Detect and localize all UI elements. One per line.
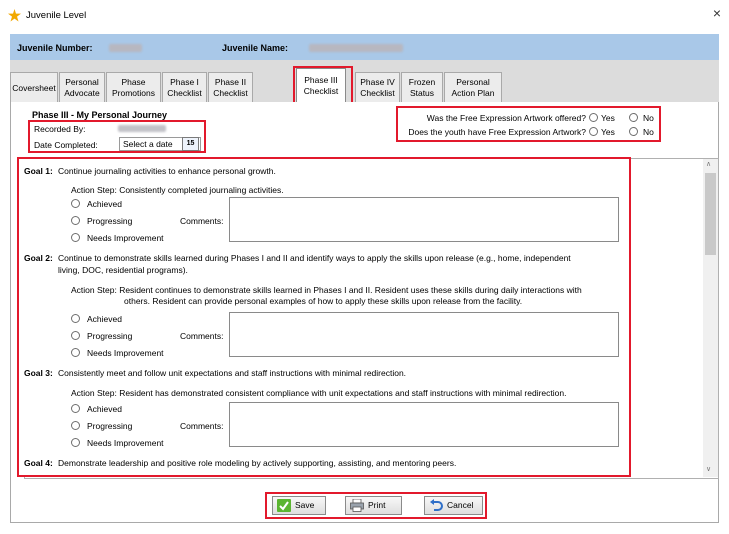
app-star-icon [8,9,21,22]
tab-phase-i-checklist[interactable]: Phase I Checklist [162,72,207,102]
artwork-has-yes-radio[interactable] [589,127,598,136]
artwork-has-no-label: No [643,127,654,137]
artwork-offered-no-radio[interactable] [629,113,638,122]
calendar-icon[interactable]: 15 [182,137,199,151]
goal-2-text: Continue to demonstrate skills learned d… [58,253,571,263]
print-label: Print [368,500,386,510]
goals-scrollbar[interactable]: ∧ ∨ [703,159,718,477]
artwork-offered-no-label: No [643,113,654,123]
juvenile-name-label: Juvenile Name: [222,43,289,53]
goal-3-action-step: Action Step: Resident has demonstrated c… [71,388,567,398]
goal-1-text: Continue journaling activities to enhanc… [58,166,276,176]
goal-3-comments-label: Comments: [180,421,224,431]
goal-1-action-step: Action Step: Consistently completed jour… [71,185,284,195]
undo-icon [430,499,443,511]
goal-4-text: Demonstrate leadership and positive role… [58,458,457,468]
goal-1-comments-input[interactable] [229,197,619,242]
goal-1-needs-improvement-label: Needs Improvement [87,233,164,243]
artwork-offered-question: Was the Free Expression Artwork offered? [426,113,586,123]
cancel-button[interactable]: Cancel [424,496,483,515]
goal-2-comments-label: Comments: [180,331,224,341]
goal-2-needs-improvement-label: Needs Improvement [87,348,164,358]
artwork-has-question: Does the youth have Free Expression Artw… [408,127,586,137]
goal-1-needs-improvement-radio[interactable] [71,233,80,242]
goal-4-label: Goal 4: [24,458,53,468]
tab-strip: Coversheet Personal Advocate Phase Promoti… [10,60,719,103]
goal-2-comments-input[interactable] [229,312,619,357]
title-bar: Juvenile Level × [0,0,729,34]
goal-3-needs-improvement-radio[interactable] [71,438,80,447]
tab-personal-action-plan[interactable]: Personal Action Plan [444,72,502,102]
goal-2-progressing-label: Progressing [87,331,133,341]
save-button[interactable]: Save [272,496,326,515]
window-title: Juvenile Level [26,10,87,21]
printer-icon [350,499,364,512]
juvenile-name-value-redacted [309,44,403,52]
goal-3-achieved-label: Achieved [87,404,122,414]
goal-1-comments-label: Comments: [180,216,224,226]
print-button[interactable]: Print [345,496,402,515]
juvenile-header: Juvenile Number: Juvenile Name: [10,34,719,60]
artwork-has-no-radio[interactable] [629,127,638,136]
panel-bottom-border [10,522,719,523]
scroll-up-icon[interactable]: ∧ [706,160,711,168]
date-completed-label: Date Completed: [34,140,98,150]
goal-3-needs-improvement-label: Needs Improvement [87,438,164,448]
juvenile-number-label: Juvenile Number: [17,43,93,53]
tab-phase-iii-checklist[interactable]: Phase III Checklist [296,68,346,103]
tab-phase-ii-checklist[interactable]: Phase II Checklist [208,72,253,102]
goal-2-achieved-label: Achieved [87,314,122,324]
cancel-label: Cancel [447,500,474,510]
goal-2-needs-improvement-radio[interactable] [71,348,80,357]
scroll-thumb[interactable] [705,173,716,255]
tab-phase-iv-checklist[interactable]: Phase IV Checklist [355,72,400,102]
tab-coversheet[interactable]: Coversheet [10,72,58,102]
save-check-icon [277,499,291,512]
goal-1-progressing-label: Progressing [87,216,133,226]
goal-3-label: Goal 3: [24,368,53,378]
goal-3-text: Consistently meet and follow unit expect… [58,368,407,378]
goal-1-label: Goal 1: [24,166,53,176]
close-icon[interactable]: × [713,5,721,21]
goal-2-action-step: Action Step: Resident continues to demon… [71,285,582,295]
tab-personal-advocate[interactable]: Personal Advocate [59,72,105,102]
goal-1-achieved-label: Achieved [87,199,122,209]
artwork-has-yes-label: Yes [601,127,615,137]
phase-title: Phase III - My Personal Journey [32,110,168,120]
goal-2-action-step-cont: others. Resident can provide personal ex… [124,296,523,306]
goal-1-progressing-radio[interactable] [71,216,80,225]
goal-3-progressing-label: Progressing [87,421,133,431]
scroll-down-icon[interactable]: ∨ [706,465,711,473]
goal-2-progressing-radio[interactable] [71,331,80,340]
goal-3-progressing-radio[interactable] [71,421,80,430]
recorded-by-value-redacted [118,125,166,132]
artwork-offered-yes-radio[interactable] [589,113,598,122]
goal-3-achieved-radio[interactable] [71,404,80,413]
goal-2-label: Goal 2: [24,253,53,263]
artwork-offered-yes-label: Yes [601,113,615,123]
recorded-by-label: Recorded By: [34,124,86,134]
tab-frozen-status[interactable]: Frozen Status [401,72,443,102]
goal-3-comments-input[interactable] [229,402,619,447]
goal-2-achieved-radio[interactable] [71,314,80,323]
juvenile-number-value-redacted [109,44,142,52]
tab-phase-promotions[interactable]: Phase Promotions [106,72,161,102]
goal-2-text-cont: living, DOC, residential programs). [58,265,188,275]
goal-1-achieved-radio[interactable] [71,199,80,208]
save-label: Save [295,500,315,510]
